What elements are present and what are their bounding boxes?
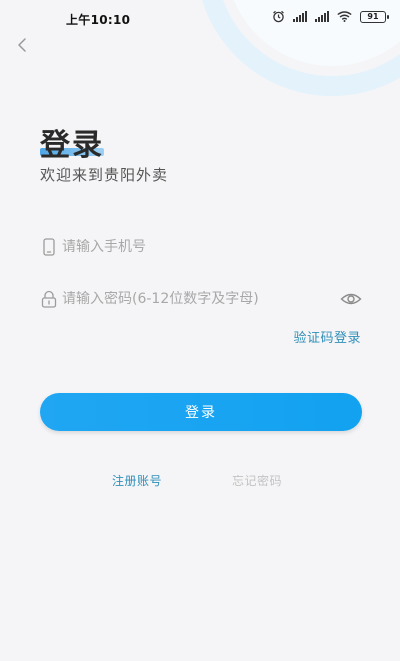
forgot-password-link[interactable]: 忘记密码 [232, 472, 282, 489]
password-input[interactable] [62, 291, 364, 307]
wifi-icon [337, 11, 352, 22]
password-field [40, 285, 364, 313]
status-time: 上午10:10 [66, 13, 131, 27]
password-visibility-toggle[interactable] [340, 289, 362, 309]
phone-field [40, 233, 364, 261]
alarm-icon [272, 10, 285, 23]
eye-icon [340, 293, 362, 313]
register-link[interactable]: 注册账号 [112, 472, 162, 489]
sms-login-link[interactable]: 验证码登录 [293, 327, 361, 346]
battery-level: 91 [367, 11, 379, 21]
login-button[interactable]: 登录 [40, 393, 362, 431]
chevron-left-icon [12, 38, 34, 60]
page-subtitle: 欢迎来到贵阳外卖 [40, 166, 169, 184]
status-bar: 上午10:10 91 [0, 0, 400, 36]
page-title: 登录 [40, 128, 104, 163]
battery-icon: 91 [360, 10, 389, 23]
status-icons: 91 [272, 10, 389, 23]
lock-icon [40, 289, 58, 309]
signal-icon [293, 11, 307, 22]
signal-icon [315, 11, 329, 22]
phone-icon [40, 237, 58, 257]
login-screen: 上午10:10 91 登录 欢迎来到贵阳外卖 请输入手机号 验证码登录 登录 注… [0, 0, 400, 661]
back-button[interactable] [12, 34, 34, 56]
phone-input[interactable] [62, 239, 364, 255]
